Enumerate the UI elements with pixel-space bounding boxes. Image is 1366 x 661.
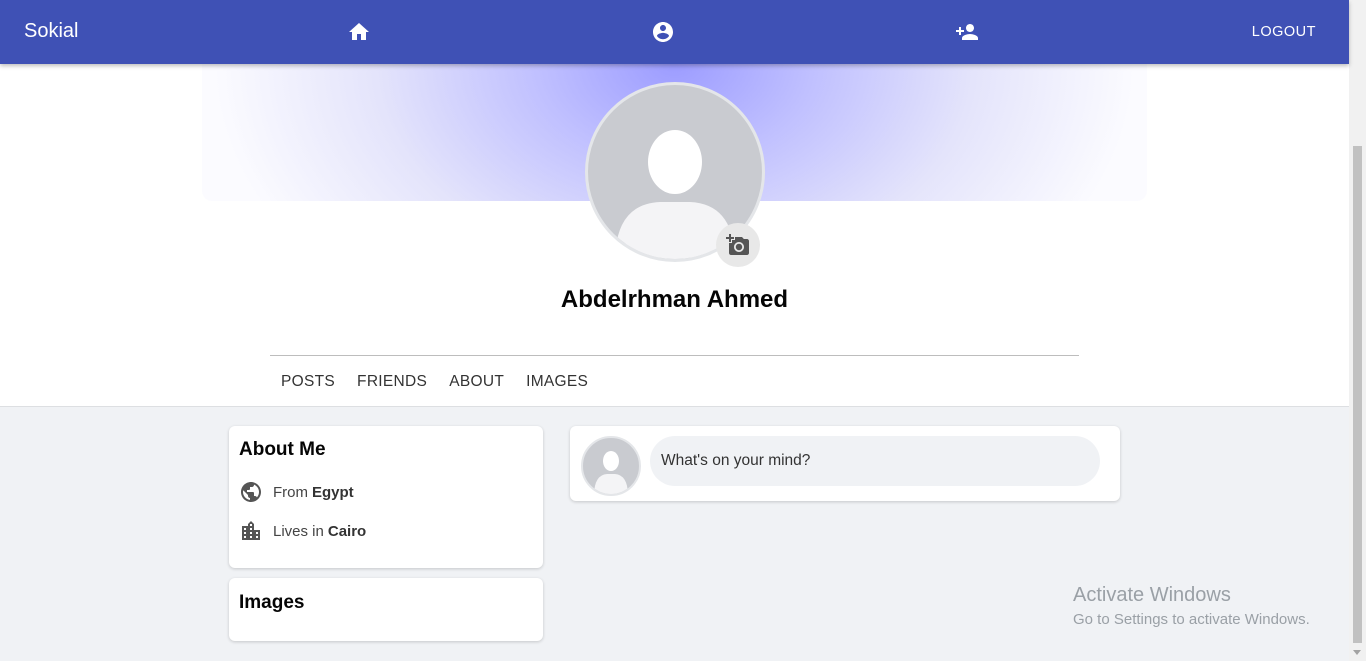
images-title: Images xyxy=(239,592,305,613)
brand-logo[interactable]: Sokial xyxy=(24,20,78,43)
add-a-photo-icon xyxy=(726,234,749,255)
tab-about[interactable]: ABOUT xyxy=(438,373,515,391)
change-photo-button[interactable] xyxy=(716,223,760,267)
person-add-icon[interactable] xyxy=(955,20,979,44)
top-navbar: Sokial LOGOUT xyxy=(0,0,1349,64)
lives-label: Lives in xyxy=(273,522,324,540)
post-input[interactable] xyxy=(650,436,1100,486)
watermark-subtitle: Go to Settings to activate Windows. xyxy=(1073,611,1310,628)
vertical-scrollbar[interactable] xyxy=(1349,0,1366,661)
about-from-row: From Egypt xyxy=(239,480,354,504)
activate-windows-watermark: Activate Windows Go to Settings to activ… xyxy=(1073,584,1310,628)
city-icon xyxy=(242,521,260,540)
logout-button[interactable]: LOGOUT xyxy=(1252,24,1316,40)
composer-avatar xyxy=(581,436,641,496)
about-me-title: About Me xyxy=(239,439,326,460)
globe-icon xyxy=(241,482,261,502)
from-value: Egypt xyxy=(312,483,354,501)
tab-friends[interactable]: FRIENDS xyxy=(346,373,438,391)
images-card: Images xyxy=(229,578,543,641)
watermark-title: Activate Windows xyxy=(1073,584,1231,606)
scrollbar-thumb[interactable] xyxy=(1353,146,1362,643)
tab-posts[interactable]: POSTS xyxy=(270,373,346,391)
account-circle-icon[interactable] xyxy=(651,20,675,44)
post-composer xyxy=(570,426,1120,501)
home-icon[interactable] xyxy=(347,20,371,44)
profile-tabs: POSTS FRIENDS ABOUT IMAGES xyxy=(270,373,599,391)
about-me-card: About Me From Egypt Lives in Cairo xyxy=(229,426,543,568)
tab-images[interactable]: IMAGES xyxy=(515,373,599,391)
about-lives-row: Lives in Cairo xyxy=(239,519,366,543)
profile-header: Abdelrhman Ahmed POSTS FRIENDS ABOUT IMA… xyxy=(0,64,1349,407)
profile-name: Abdelrhman Ahmed xyxy=(560,286,789,313)
from-label: From xyxy=(273,483,308,501)
lives-value: Cairo xyxy=(327,522,367,540)
divider xyxy=(270,355,1079,356)
scroll-down-arrow-icon[interactable] xyxy=(1353,650,1361,655)
